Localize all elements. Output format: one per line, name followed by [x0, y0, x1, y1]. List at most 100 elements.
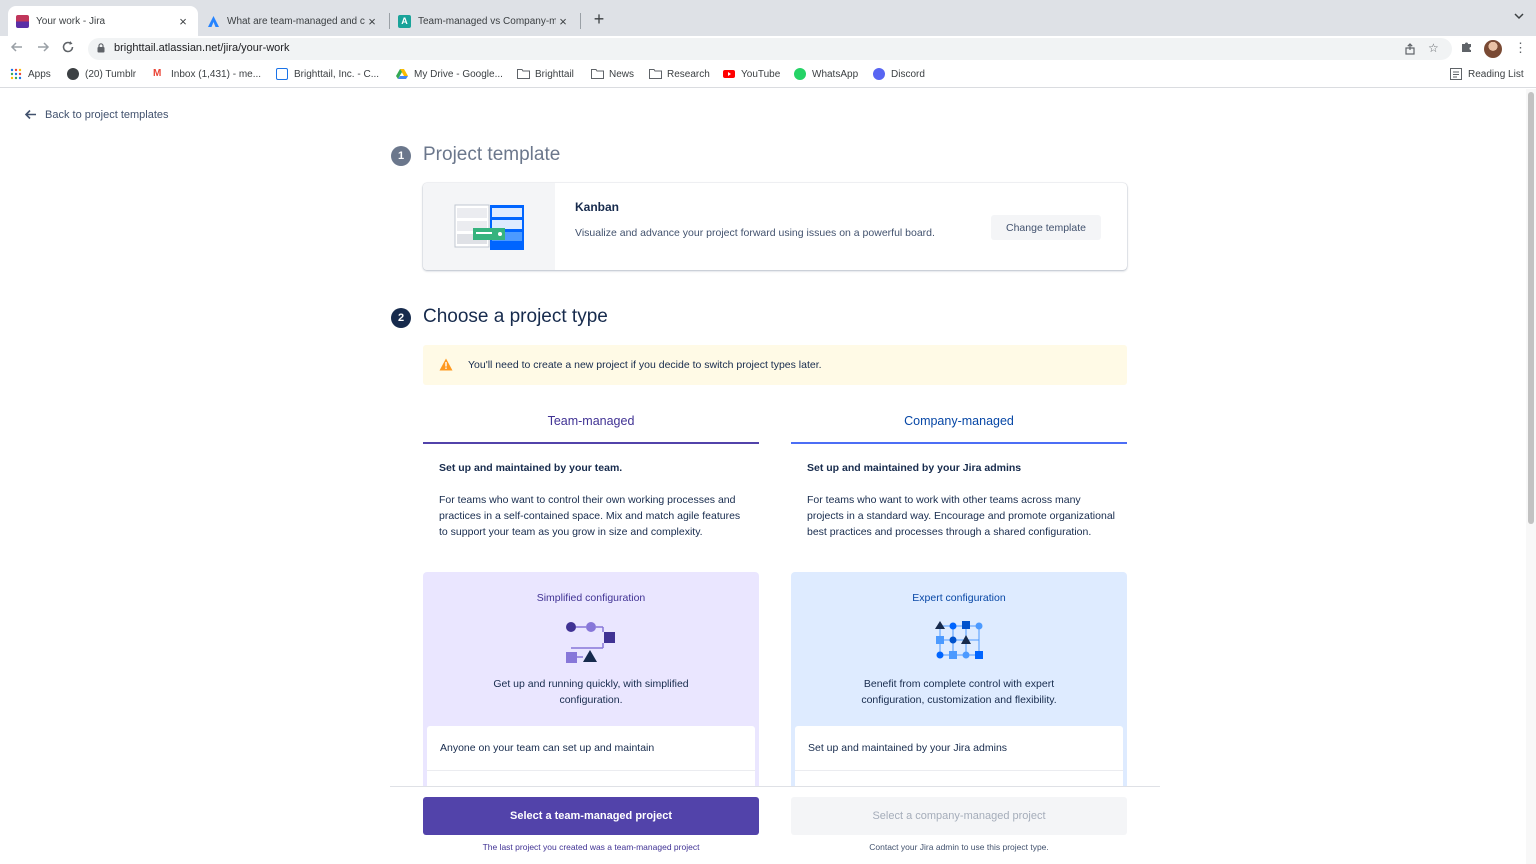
folder-icon — [591, 68, 604, 80]
company-managed-note: Contact your Jira admin to use this proj… — [869, 842, 1049, 852]
browser-tab-bar: Your work - Jira × What are team-managed… — [0, 0, 1536, 36]
bookmark-google-drive[interactable]: My Drive - Google... — [396, 68, 503, 80]
profile-avatar[interactable] — [1484, 40, 1502, 58]
switch-type-warning: You'll need to create a new project if y… — [423, 345, 1127, 385]
apps-grid-icon — [10, 68, 22, 80]
step-2-badge: 2 — [391, 308, 411, 328]
select-company-managed-button[interactable]: Select a company-managed project — [791, 797, 1127, 835]
tab-team-managed[interactable]: Team-managed — [423, 399, 759, 444]
atlassian-a-favicon-icon: A — [398, 14, 411, 28]
bookmark-label: Inbox (1,431) - me... — [171, 68, 262, 80]
browser-menu-icon[interactable]: ⋮ — [1514, 40, 1527, 56]
back-arrow-icon[interactable] — [7, 39, 27, 59]
bookmark-label: News — [609, 68, 635, 80]
divider — [795, 770, 1123, 771]
reading-list-label: Reading List — [1468, 68, 1524, 80]
change-template-button[interactable]: Change template — [991, 215, 1101, 240]
simplified-workflow-icon — [563, 618, 619, 664]
bookmark-discord[interactable]: Discord — [873, 68, 925, 80]
reload-icon[interactable] — [58, 39, 78, 59]
expert-workflow-icon — [931, 618, 987, 664]
google-drive-icon — [396, 68, 408, 80]
bookmarks-bar: Apps (20) Tumblr M Inbox (1,431) - me...… — [0, 62, 1536, 88]
tab-separator — [580, 13, 581, 29]
reading-list-button[interactable]: Reading List — [1450, 68, 1524, 80]
company-managed-description: For teams who want to work with other te… — [807, 494, 1115, 538]
tab-search-chevron-icon[interactable] — [1514, 12, 1524, 23]
expert-configuration-panel: Expert configuration Benefit from comple… — [791, 572, 1127, 806]
feature-item: Anyone on your team can set up and maint… — [440, 742, 655, 754]
project-type-footer: Select a team-managed project Select a c… — [390, 786, 1160, 864]
url-text[interactable]: brighttail.atlassian.net/jira/your-work — [114, 42, 289, 54]
close-tab-icon[interactable]: × — [176, 14, 190, 29]
youtube-icon — [723, 68, 735, 80]
company-managed-heading: Set up and maintained by your Jira admin… — [807, 462, 1022, 474]
arrow-left-icon — [24, 107, 37, 123]
warning-icon — [439, 358, 453, 376]
jira-create-project-page: Back to project templates 1 Project temp… — [0, 89, 1526, 864]
tab-what-are-team-managed[interactable]: What are team-managed and c × — [199, 6, 387, 36]
browser-toolbar: brighttail.atlassian.net/jira/your-work … — [0, 36, 1536, 62]
back-to-templates-link[interactable]: Back to project templates — [24, 107, 169, 123]
bookmark-label: Brighttail — [535, 68, 574, 80]
gmail-icon: M — [153, 68, 162, 79]
team-managed-note: The last project you created was a team-… — [482, 842, 700, 852]
team-managed-description: For teams who want to control their own … — [439, 494, 741, 538]
reading-list-icon — [1450, 68, 1462, 80]
address-bar[interactable]: brighttail.atlassian.net/jira/your-work … — [88, 38, 1452, 60]
step-2-title: Choose a project type — [423, 306, 608, 327]
lock-icon[interactable] — [97, 43, 105, 53]
simplified-configuration-panel: Simplified configuration Get up and runn… — [423, 572, 759, 806]
bookmark-whatsapp[interactable]: WhatsApp — [794, 68, 858, 80]
bookmark-youtube[interactable]: YouTube — [723, 68, 780, 80]
feature-item: Set up and maintained by your Jira admin… — [808, 742, 1008, 754]
scrollbar-thumb[interactable] — [1528, 92, 1534, 524]
page-scrollbar[interactable] — [1526, 89, 1536, 864]
bookmark-folder-research[interactable]: Research — [649, 68, 710, 80]
bookmark-label: YouTube — [741, 68, 781, 80]
bookmark-label: My Drive - Google... — [414, 68, 503, 80]
bookmark-folder-news[interactable]: News — [591, 68, 634, 80]
tab-team-managed-vs-company[interactable]: A Team-managed vs Company-m × — [390, 6, 578, 36]
bookmark-star-icon[interactable]: ☆ — [1428, 41, 1439, 55]
warning-text: You'll need to create a new project if y… — [468, 359, 822, 371]
whatsapp-icon — [794, 68, 806, 80]
config-title: Simplified configuration — [536, 592, 646, 604]
folder-icon — [517, 68, 530, 80]
tab-company-managed[interactable]: Company-managed — [791, 399, 1127, 444]
forward-arrow-icon[interactable] — [33, 39, 53, 59]
share-icon[interactable] — [1404, 43, 1416, 58]
discord-icon — [873, 68, 885, 80]
team-managed-heading: Set up and maintained by your team. — [439, 462, 623, 474]
company-managed-underline — [791, 442, 1127, 444]
bookmark-tumblr[interactable]: (20) Tumblr — [67, 68, 136, 80]
extensions-puzzle-icon[interactable] — [1460, 40, 1473, 56]
template-description: Visualize and advance your project forwa… — [575, 227, 935, 239]
bookmark-label: Brighttail, Inc. - C... — [294, 68, 380, 80]
folder-icon — [649, 68, 662, 80]
close-tab-icon[interactable]: × — [365, 14, 379, 29]
close-tab-icon[interactable]: × — [556, 14, 570, 29]
step-1-title: Project template — [423, 144, 561, 165]
template-name: Kanban — [575, 200, 620, 214]
bookmark-label: (20) Tumblr — [85, 68, 137, 80]
team-managed-underline — [423, 442, 759, 444]
step-1-badge: 1 — [391, 146, 411, 166]
tab-your-work-jira[interactable]: Your work - Jira × — [8, 6, 198, 36]
bookmark-folder-brighttail[interactable]: Brighttail — [517, 68, 574, 80]
bookmark-label: Discord — [891, 68, 925, 80]
atlassian-favicon-icon — [207, 15, 220, 28]
bookmark-apps[interactable]: Apps — [10, 68, 51, 80]
divider — [427, 770, 755, 771]
new-tab-button[interactable]: + — [589, 8, 609, 30]
select-team-managed-button[interactable]: Select a team-managed project — [423, 797, 759, 835]
kanban-illustration — [423, 183, 555, 270]
bookmark-gmail[interactable]: M Inbox (1,431) - me... — [153, 68, 261, 80]
tab-title: What are team-managed and c — [227, 15, 365, 27]
bookmark-calendar[interactable]: Brighttail, Inc. - C... — [276, 68, 379, 80]
config-description: Get up and running quickly, with simplif… — [493, 678, 689, 706]
calendar-icon — [276, 68, 288, 80]
bookmark-label: Apps — [28, 68, 51, 80]
config-description: Benefit from complete control with exper… — [861, 678, 1057, 706]
tumblr-icon — [67, 68, 79, 80]
